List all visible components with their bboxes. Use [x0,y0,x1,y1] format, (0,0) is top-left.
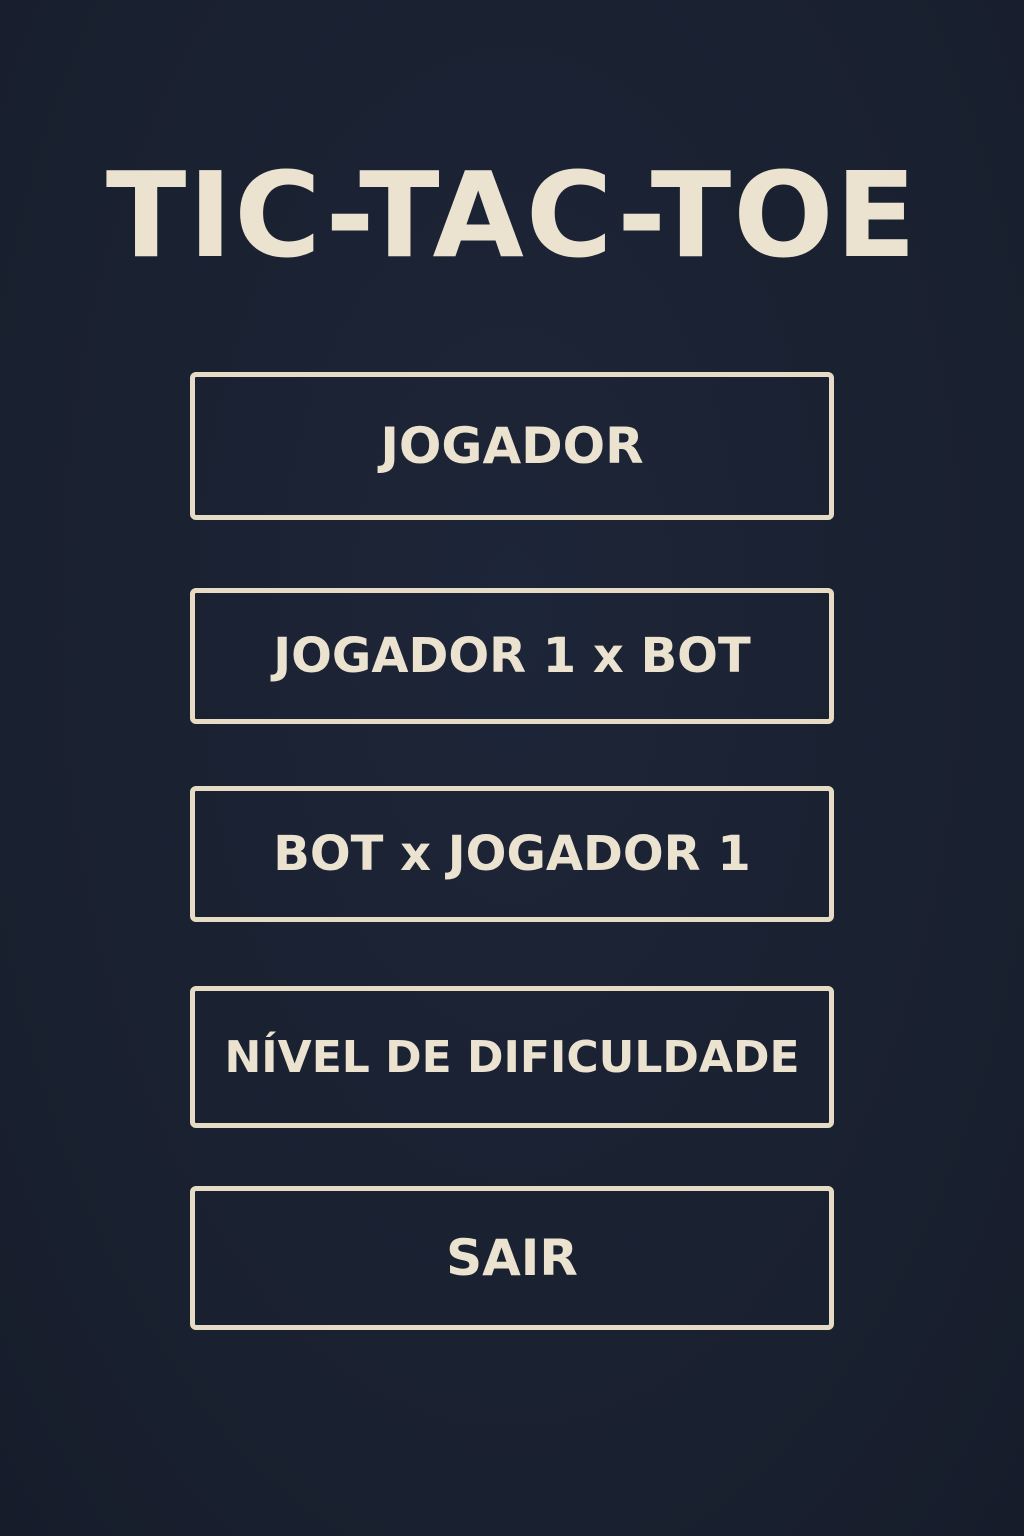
bot-vs-player1-button-label: BOT x JOGADOR 1 [273,826,751,882]
player1-vs-bot-button-label: JOGADOR 1 x BOT [273,628,751,684]
bot-vs-player1-button[interactable]: BOT x JOGADOR 1 [190,786,834,922]
jogador-button-label: JOGADOR [380,417,644,475]
main-menu-screen: TIC-TAC-TOE JOGADOR JOGADOR 1 x BOT BOT … [0,0,1024,1536]
exit-button-label: SAIR [446,1229,578,1287]
player1-vs-bot-button[interactable]: JOGADOR 1 x BOT [190,588,834,724]
difficulty-level-button-label: NÍVEL DE DIFICULDADE [224,1031,800,1083]
jogador-button[interactable]: JOGADOR [190,372,834,520]
exit-button[interactable]: SAIR [190,1186,834,1330]
difficulty-level-button[interactable]: NÍVEL DE DIFICULDADE [190,986,834,1128]
main-menu: JOGADOR JOGADOR 1 x BOT BOT x JOGADOR 1 … [0,0,1024,1536]
